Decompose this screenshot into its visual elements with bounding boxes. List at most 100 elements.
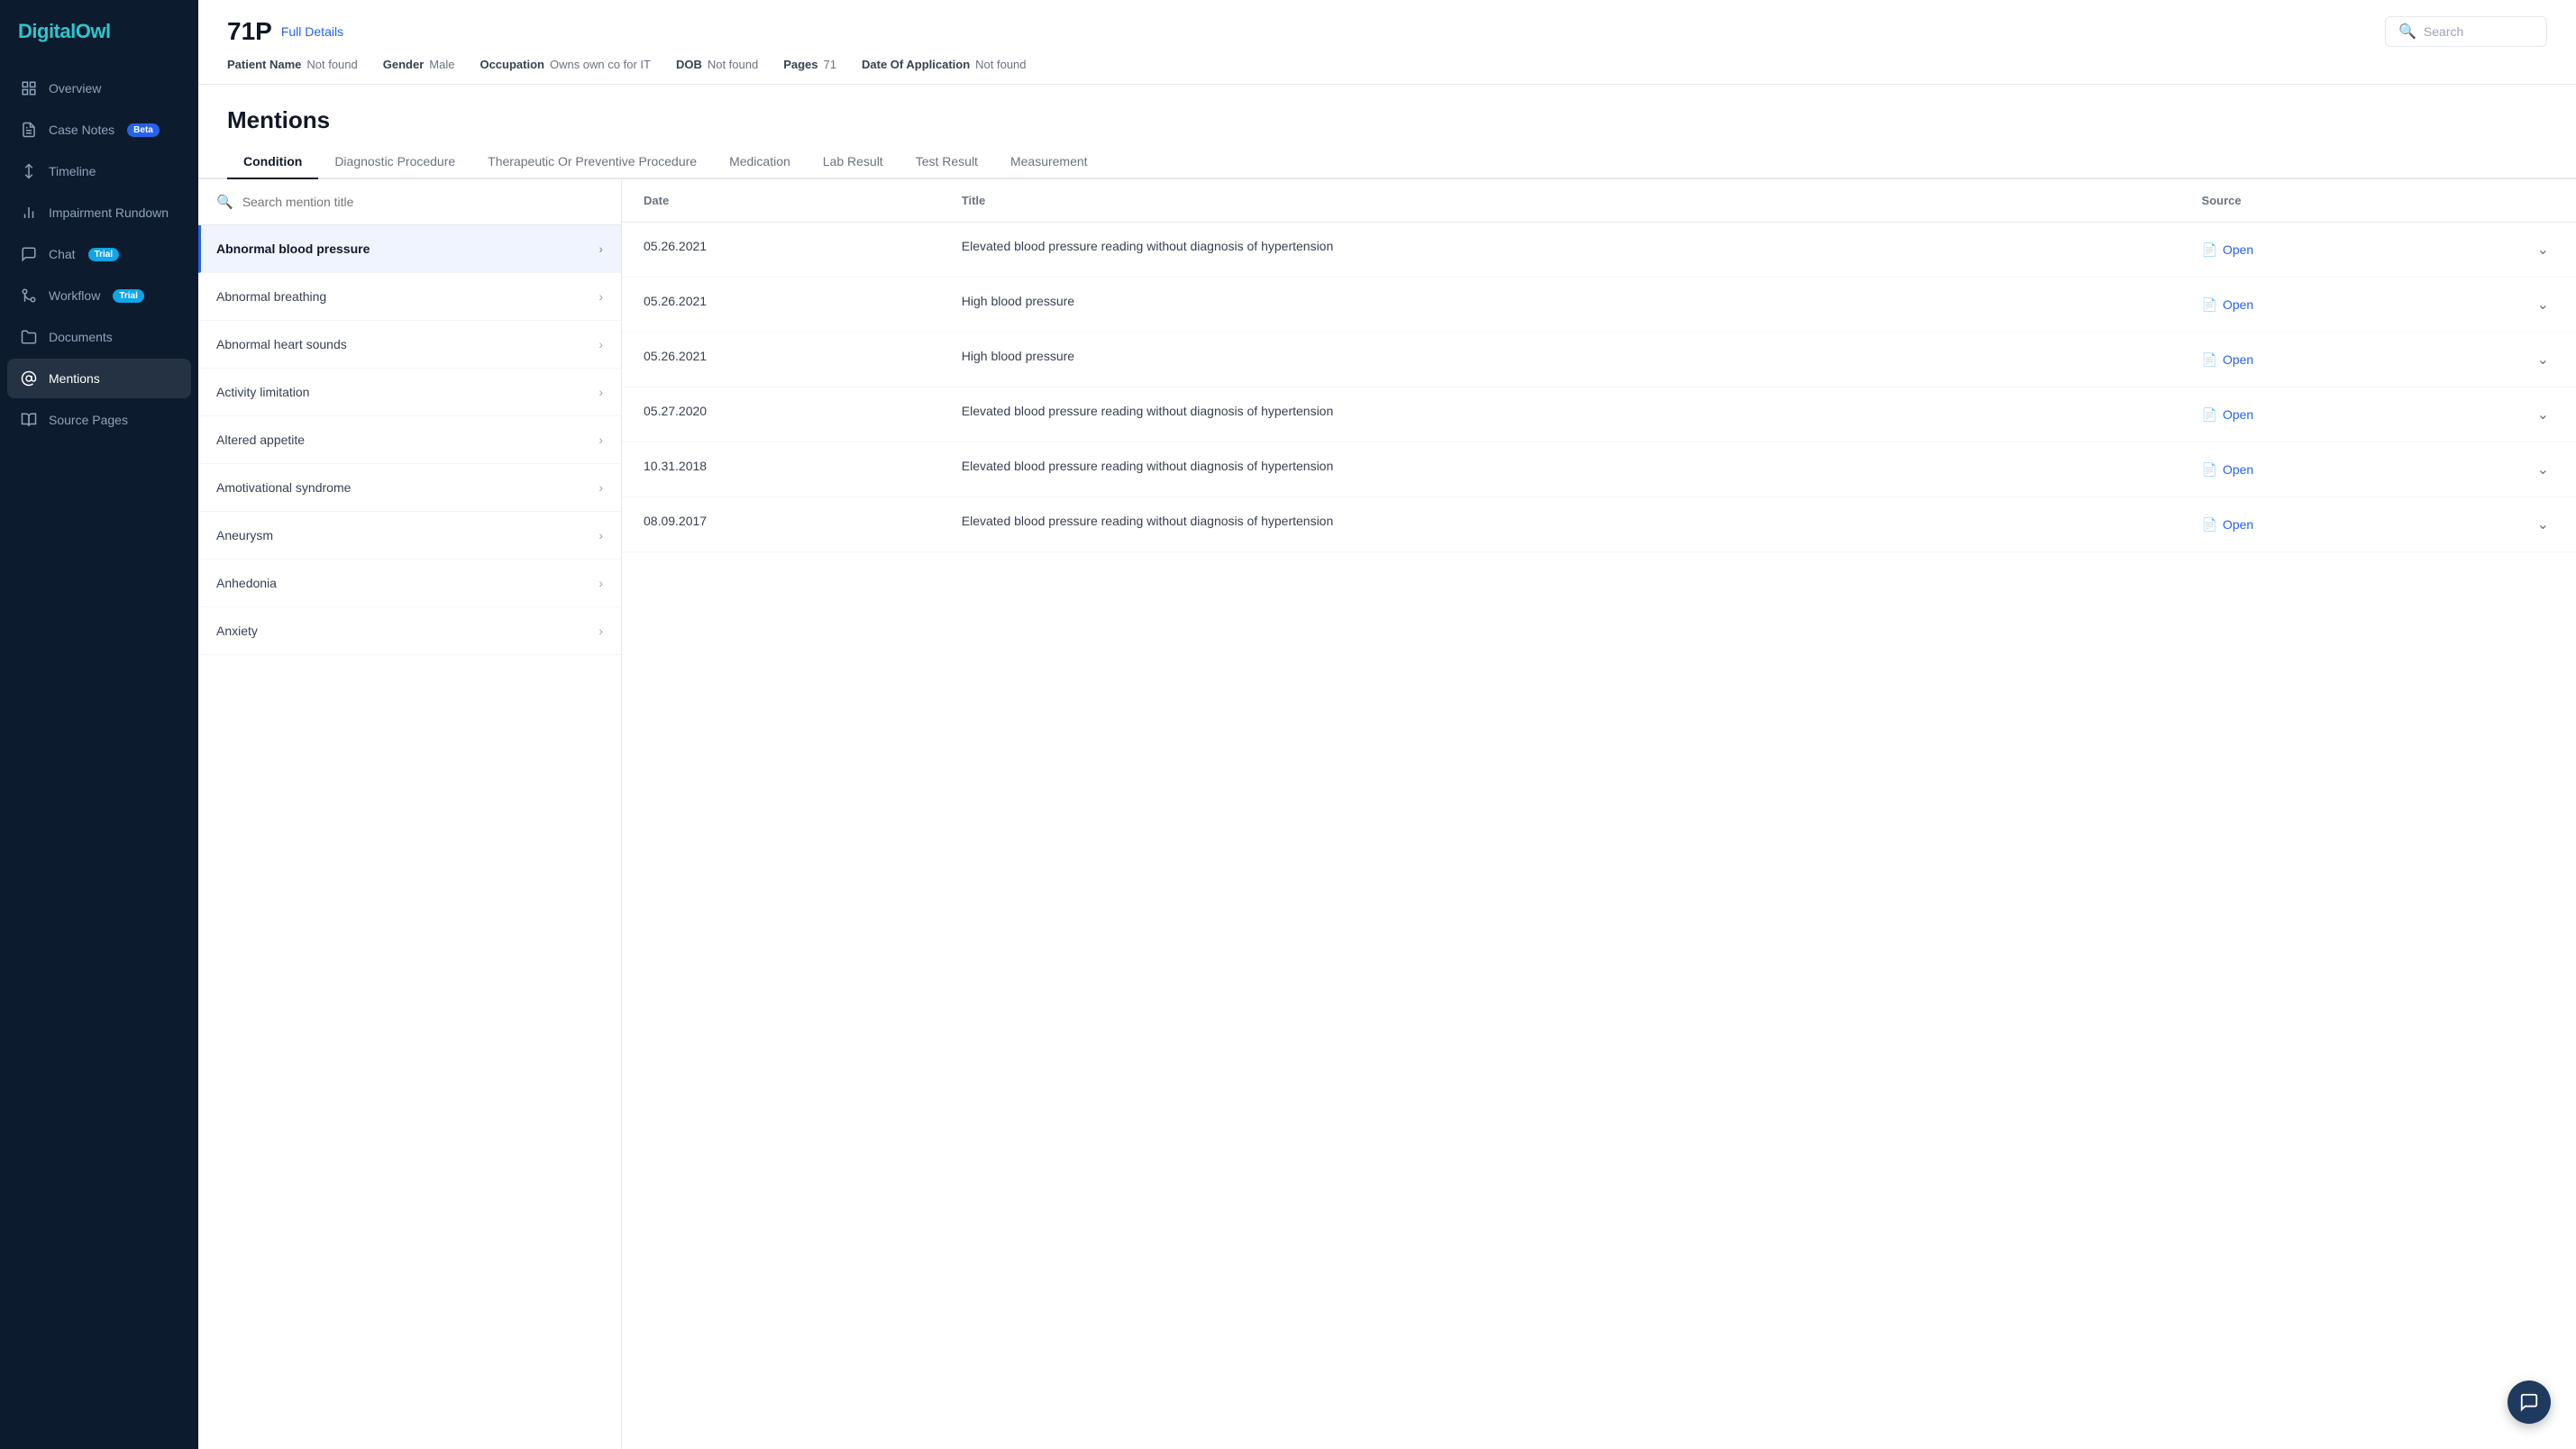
cell-source-5: 📄 Open ⌄	[2180, 497, 2576, 552]
col-header-title: Title	[940, 179, 2180, 223]
sidebar-item-documents[interactable]: Documents	[7, 317, 191, 357]
expand-button-5[interactable]: ⌄	[2532, 514, 2554, 535]
search-placeholder: Search	[2424, 24, 2463, 39]
chat-bubble[interactable]	[2507, 1381, 2551, 1424]
list-item-aneurysm[interactable]: Aneurysm ›	[198, 512, 621, 560]
chevron-right-icon: ›	[598, 337, 603, 351]
tab-therapeutic[interactable]: Therapeutic Or Preventive Procedure	[471, 145, 713, 179]
file-icon-4: 📄	[2202, 462, 2217, 478]
meta-patient-name: Patient Name Not found	[227, 58, 358, 71]
sidebar-label-source-pages: Source Pages	[49, 413, 128, 427]
file-icon-0: 📄	[2202, 242, 2217, 258]
open-link-5[interactable]: 📄 Open	[2202, 517, 2254, 533]
expand-button-0[interactable]: ⌄	[2532, 239, 2554, 260]
list-items: Abnormal blood pressure › Abnormal breat…	[198, 225, 621, 1449]
tab-condition[interactable]: Condition	[227, 145, 318, 179]
beta-badge: Beta	[127, 123, 160, 137]
sidebar-item-chat[interactable]: Chat Trial	[7, 234, 191, 274]
trial-badge-chat: Trial	[88, 248, 120, 261]
tab-lab-result[interactable]: Lab Result	[807, 145, 900, 179]
list-item-abnormal-blood-pressure[interactable]: Abnormal blood pressure ›	[198, 225, 621, 273]
expand-button-2[interactable]: ⌄	[2532, 349, 2554, 370]
chevron-right-icon: ›	[598, 576, 603, 590]
cell-title-4: Elevated blood pressure reading without …	[940, 442, 2180, 497]
chevron-right-icon: ›	[598, 528, 603, 542]
detail-panel: Date Title Source 05.26.2021 Elevated bl…	[622, 179, 2576, 1449]
sidebar-label-overview: Overview	[49, 81, 101, 96]
list-item-anxiety[interactable]: Anxiety ›	[198, 607, 621, 655]
tab-diagnostic[interactable]: Diagnostic Procedure	[318, 145, 471, 179]
timeline-icon	[20, 162, 38, 180]
sidebar-item-impairment-rundown[interactable]: Impairment Rundown	[7, 193, 191, 232]
tab-test-result[interactable]: Test Result	[900, 145, 994, 179]
chevron-right-icon: ›	[598, 480, 603, 495]
cell-source-4: 📄 Open ⌄	[2180, 442, 2576, 497]
cell-date-0: 05.26.2021	[622, 223, 940, 278]
page-title: Mentions	[198, 85, 2576, 145]
meta-value-occupation: Owns own co for IT	[550, 58, 651, 71]
sidebar-item-mentions[interactable]: Mentions	[7, 359, 191, 398]
search-input[interactable]	[242, 195, 603, 209]
cell-title-3: Elevated blood pressure reading without …	[940, 387, 2180, 442]
list-item-abnormal-breathing[interactable]: Abnormal breathing ›	[198, 273, 621, 321]
tab-medication[interactable]: Medication	[713, 145, 807, 179]
meta-label-patient-name: Patient Name	[227, 58, 301, 71]
sidebar-label-workflow: Workflow	[49, 288, 100, 303]
cell-title-5: Elevated blood pressure reading without …	[940, 497, 2180, 552]
logo-text1: Digital	[18, 20, 76, 42]
expand-button-3[interactable]: ⌄	[2532, 404, 2554, 425]
meta-label-pages: Pages	[783, 58, 818, 71]
logo: DigitalOwl	[0, 0, 198, 68]
table-row: 08.09.2017 Elevated blood pressure readi…	[622, 497, 2576, 552]
list-item-label: Abnormal breathing	[216, 289, 326, 304]
list-item-label: Amotivational syndrome	[216, 480, 351, 495]
table-row: 05.26.2021 High blood pressure 📄 Open ⌄	[622, 278, 2576, 333]
sidebar-label-mentions: Mentions	[49, 371, 100, 386]
list-item-label: Abnormal blood pressure	[216, 242, 370, 256]
open-label-2: Open	[2223, 352, 2253, 367]
sidebar-label-impairment-rundown: Impairment Rundown	[49, 205, 169, 220]
sidebar-item-workflow[interactable]: Workflow Trial	[7, 276, 191, 315]
meta-dob: DOB Not found	[676, 58, 758, 71]
open-link-3[interactable]: 📄 Open	[2202, 407, 2254, 423]
chevron-right-icon: ›	[598, 433, 603, 447]
sidebar-item-timeline[interactable]: Timeline	[7, 151, 191, 191]
expand-button-4[interactable]: ⌄	[2532, 459, 2554, 480]
cell-date-5: 08.09.2017	[622, 497, 940, 552]
list-item-altered-appetite[interactable]: Altered appetite ›	[198, 416, 621, 464]
sidebar-item-overview[interactable]: Overview	[7, 68, 191, 108]
list-item-amotivational-syndrome[interactable]: Amotivational syndrome ›	[198, 464, 621, 512]
list-item-label: Anxiety	[216, 624, 258, 638]
bar-chart-icon	[20, 204, 38, 222]
list-item-activity-limitation[interactable]: Activity limitation ›	[198, 369, 621, 416]
expand-button-1[interactable]: ⌄	[2532, 294, 2554, 315]
list-item-abnormal-heart-sounds[interactable]: Abnormal heart sounds ›	[198, 321, 621, 369]
at-sign-icon	[20, 369, 38, 387]
file-text-icon	[20, 121, 38, 139]
list-panel: 🔍 Abnormal blood pressure › Abnormal bre…	[198, 179, 622, 1449]
header-title: 71P Full Details	[227, 17, 343, 46]
header-top: 71P Full Details 🔍 Search	[227, 16, 2547, 47]
list-search-icon: 🔍	[216, 194, 233, 210]
meta-value-patient-name: Not found	[306, 58, 357, 71]
table-row: 10.31.2018 Elevated blood pressure readi…	[622, 442, 2576, 497]
list-item-label: Activity limitation	[216, 385, 309, 399]
tab-measurement[interactable]: Measurement	[994, 145, 1104, 179]
sidebar-item-case-notes[interactable]: Case Notes Beta	[7, 110, 191, 150]
meta-label-occupation: Occupation	[480, 58, 544, 71]
file-icon-3: 📄	[2202, 407, 2217, 423]
meta-date-of-application: Date Of Application Not found	[862, 58, 1027, 71]
git-merge-icon	[20, 287, 38, 305]
open-link-1[interactable]: 📄 Open	[2202, 297, 2254, 313]
col-header-date: Date	[622, 179, 940, 223]
header-search[interactable]: 🔍 Search	[2385, 16, 2547, 47]
open-link-0[interactable]: 📄 Open	[2202, 242, 2254, 258]
cell-source-2: 📄 Open ⌄	[2180, 333, 2576, 387]
list-item-label: Anhedonia	[216, 576, 277, 590]
open-link-4[interactable]: 📄 Open	[2202, 462, 2254, 478]
sidebar-item-source-pages[interactable]: Source Pages	[7, 400, 191, 440]
list-item-anhedonia[interactable]: Anhedonia ›	[198, 560, 621, 607]
full-details-link[interactable]: Full Details	[281, 24, 343, 39]
open-link-2[interactable]: 📄 Open	[2202, 352, 2254, 368]
content-area: 🔍 Abnormal blood pressure › Abnormal bre…	[198, 179, 2576, 1449]
